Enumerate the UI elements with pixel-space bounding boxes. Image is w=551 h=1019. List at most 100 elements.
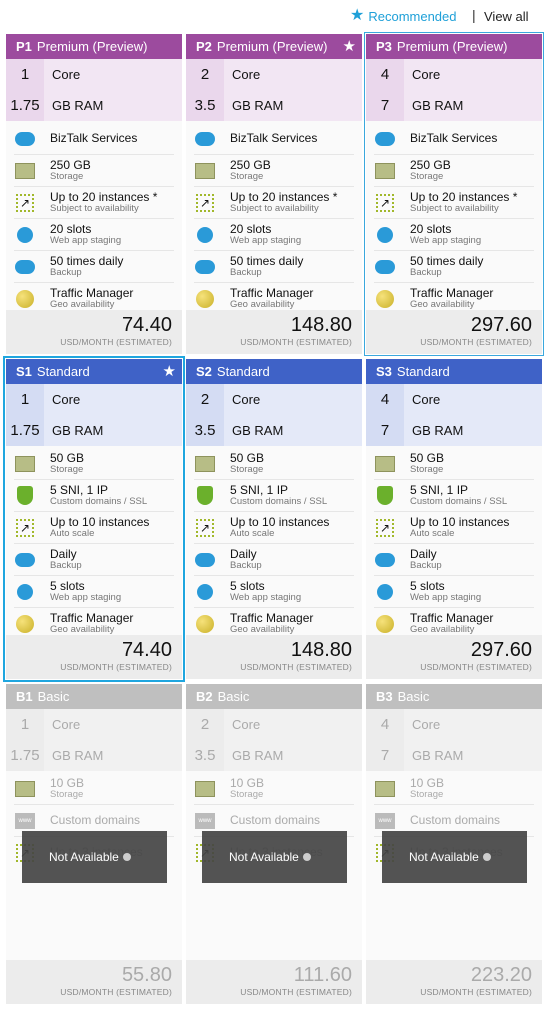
feature-item: 10 GB Storage bbox=[14, 773, 174, 805]
slots-icon bbox=[374, 224, 396, 246]
feature-title: Up to 20 instances * bbox=[50, 190, 158, 205]
tier-code: S2 bbox=[196, 364, 212, 379]
ram-value: 7 bbox=[366, 90, 404, 121]
ssl-icon bbox=[374, 485, 396, 507]
feature-item: ↗ Up to 20 instances * Subject to availabi… bbox=[194, 187, 354, 219]
ram-spec: 7 GB RAM bbox=[366, 90, 542, 121]
storage-icon bbox=[14, 160, 36, 182]
feature-title: Traffic Manager bbox=[50, 611, 134, 626]
price-block: 55.80 USD/MONTH (ESTIMATED) bbox=[6, 960, 182, 1004]
feature-title: 10 GB bbox=[410, 776, 445, 791]
tier-name: Premium (Preview) bbox=[216, 39, 328, 54]
pricing-card-p3[interactable]: P3 Premium (Preview) 4 Core 7 GB RAM BizTalk S… bbox=[364, 32, 544, 356]
feature-title: 50 times daily bbox=[410, 254, 484, 269]
feature-item: 250 GB Storage bbox=[14, 155, 174, 187]
info-icon[interactable] bbox=[122, 853, 131, 861]
feature-subtitle: Storage bbox=[230, 463, 264, 475]
scale-icon: ↗ bbox=[194, 192, 216, 214]
feature-item: Daily Backup bbox=[194, 544, 354, 576]
ram-unit: GB RAM bbox=[224, 415, 362, 446]
storage-icon bbox=[374, 453, 396, 475]
globe-icon bbox=[374, 613, 396, 635]
pricing-card-s2[interactable]: S2 Standard 2 Core 3.5 GB RAM 50 GB Storage 5 SN… bbox=[186, 359, 362, 679]
ram-value: 3.5 bbox=[186, 740, 224, 771]
feature-title: 250 GB bbox=[410, 158, 451, 173]
basic-tier-row: B1 Basic 1 Core 1.75 GB RAM 10 GB Storage www Cus… bbox=[0, 684, 551, 1014]
pricing-card-p2[interactable]: P2 Premium (Preview) ★ 2 Core 3.5 GB RAM BizTal… bbox=[186, 34, 362, 354]
feature-item: ↗ Up to 10 instances Auto scale bbox=[374, 512, 534, 544]
feature-title: Daily bbox=[230, 547, 257, 562]
top-bar: ★ Recommended | View all bbox=[0, 0, 551, 34]
tier-name: Basic bbox=[217, 689, 250, 704]
feature-subtitle: Backup bbox=[410, 559, 442, 571]
price-unit: USD/MONTH (ESTIMATED) bbox=[420, 662, 532, 672]
feature-list: 50 GB Storage 5 SNI, 1 IP Custom domains / … bbox=[186, 446, 362, 639]
backup-icon bbox=[14, 256, 36, 278]
feature-title: 50 GB bbox=[50, 451, 85, 466]
feature-item: 50 times daily Backup bbox=[194, 251, 354, 283]
feature-item: 50 times daily Backup bbox=[14, 251, 174, 283]
storage-icon bbox=[374, 160, 396, 182]
cores-value: 2 bbox=[186, 59, 224, 90]
feature-subtitle: Web app staging bbox=[50, 234, 122, 246]
feature-subtitle: Storage bbox=[50, 463, 84, 475]
cores-value: 1 bbox=[6, 384, 44, 415]
not-available-label: Not Available bbox=[49, 850, 119, 864]
ram-value: 7 bbox=[366, 740, 404, 771]
scale-icon: ↗ bbox=[374, 517, 396, 539]
feature-subtitle: Storage bbox=[50, 788, 84, 800]
feature-title: Custom domains bbox=[50, 813, 141, 828]
feature-item: 50 times daily Backup bbox=[374, 251, 534, 283]
recommended-filter[interactable]: ★ Recommended bbox=[350, 8, 457, 24]
ram-spec: 3.5 GB RAM bbox=[186, 415, 362, 446]
pricing-card-s1[interactable]: S1 Standard ★ 1 Core 1.75 GB RAM 50 GB Storage 5 … bbox=[3, 356, 185, 682]
view-all-link[interactable]: View all bbox=[484, 9, 529, 24]
scale-icon: ↗ bbox=[14, 517, 36, 539]
storage-icon bbox=[14, 778, 36, 800]
feature-item: BizTalk Services bbox=[14, 123, 174, 155]
feature-subtitle: Storage bbox=[230, 788, 264, 800]
pricing-card-b1: B1 Basic 1 Core 1.75 GB RAM 10 GB Storage www Cus… bbox=[6, 684, 182, 1004]
card-header: B1 Basic bbox=[6, 684, 182, 709]
ram-unit: GB RAM bbox=[44, 415, 182, 446]
recommended-star-icon: ★ bbox=[162, 363, 176, 380]
feature-subtitle: Geo availability bbox=[410, 623, 475, 635]
separator: | bbox=[472, 7, 476, 23]
card-header: P1 Premium (Preview) bbox=[6, 34, 182, 59]
pricing-card-p1[interactable]: P1 Premium (Preview) 1 Core 1.75 GB RAM BizTal… bbox=[6, 34, 182, 354]
cores-spec: 2 Core bbox=[186, 59, 362, 90]
tier-code: B3 bbox=[376, 689, 393, 704]
feature-title: Up to 10 instances bbox=[50, 515, 150, 530]
feature-title: 250 GB bbox=[50, 158, 91, 173]
feature-item: 50 GB Storage bbox=[374, 448, 534, 480]
not-available-label: Not Available bbox=[409, 850, 479, 864]
feature-list: BizTalk Services 250 GB Storage ↗ Up to 20 i… bbox=[366, 121, 542, 314]
cores-value: 4 bbox=[366, 384, 404, 415]
feature-title: 50 times daily bbox=[230, 254, 304, 269]
cores-unit: Core bbox=[404, 384, 542, 415]
feature-title: Up to 20 instances * bbox=[230, 190, 338, 205]
price-block: 297.60 USD/MONTH (ESTIMATED) bbox=[366, 310, 542, 354]
feature-title: 10 GB bbox=[230, 776, 265, 791]
tier-code: S1 bbox=[16, 364, 32, 379]
pricing-card-s3[interactable]: S3 Standard 4 Core 7 GB RAM 50 GB Storage 5 SNI,… bbox=[366, 359, 542, 679]
price-block: 74.40 USD/MONTH (ESTIMATED) bbox=[6, 635, 182, 679]
storage-icon bbox=[194, 778, 216, 800]
slots-icon bbox=[374, 581, 396, 603]
feature-item: 250 GB Storage bbox=[194, 155, 354, 187]
feature-subtitle: Backup bbox=[50, 559, 82, 571]
feature-item: Daily Backup bbox=[14, 544, 174, 576]
feature-subtitle: Storage bbox=[50, 170, 84, 182]
feature-subtitle: Auto scale bbox=[410, 527, 455, 539]
info-icon[interactable] bbox=[302, 853, 311, 861]
feature-title: Up to 10 instances bbox=[410, 515, 510, 530]
standard-tier-row: S1 Standard ★ 1 Core 1.75 GB RAM 50 GB Storage 5 … bbox=[0, 356, 551, 684]
ram-value: 3.5 bbox=[186, 415, 224, 446]
feature-list: 50 GB Storage 5 SNI, 1 IP Custom domains / … bbox=[366, 446, 542, 639]
info-icon[interactable] bbox=[482, 853, 491, 861]
feature-title: Traffic Manager bbox=[50, 286, 134, 301]
cores-value: 1 bbox=[6, 59, 44, 90]
recommended-star-icon: ★ bbox=[342, 38, 356, 55]
slots-icon bbox=[14, 581, 36, 603]
feature-title: 20 slots bbox=[50, 222, 92, 237]
